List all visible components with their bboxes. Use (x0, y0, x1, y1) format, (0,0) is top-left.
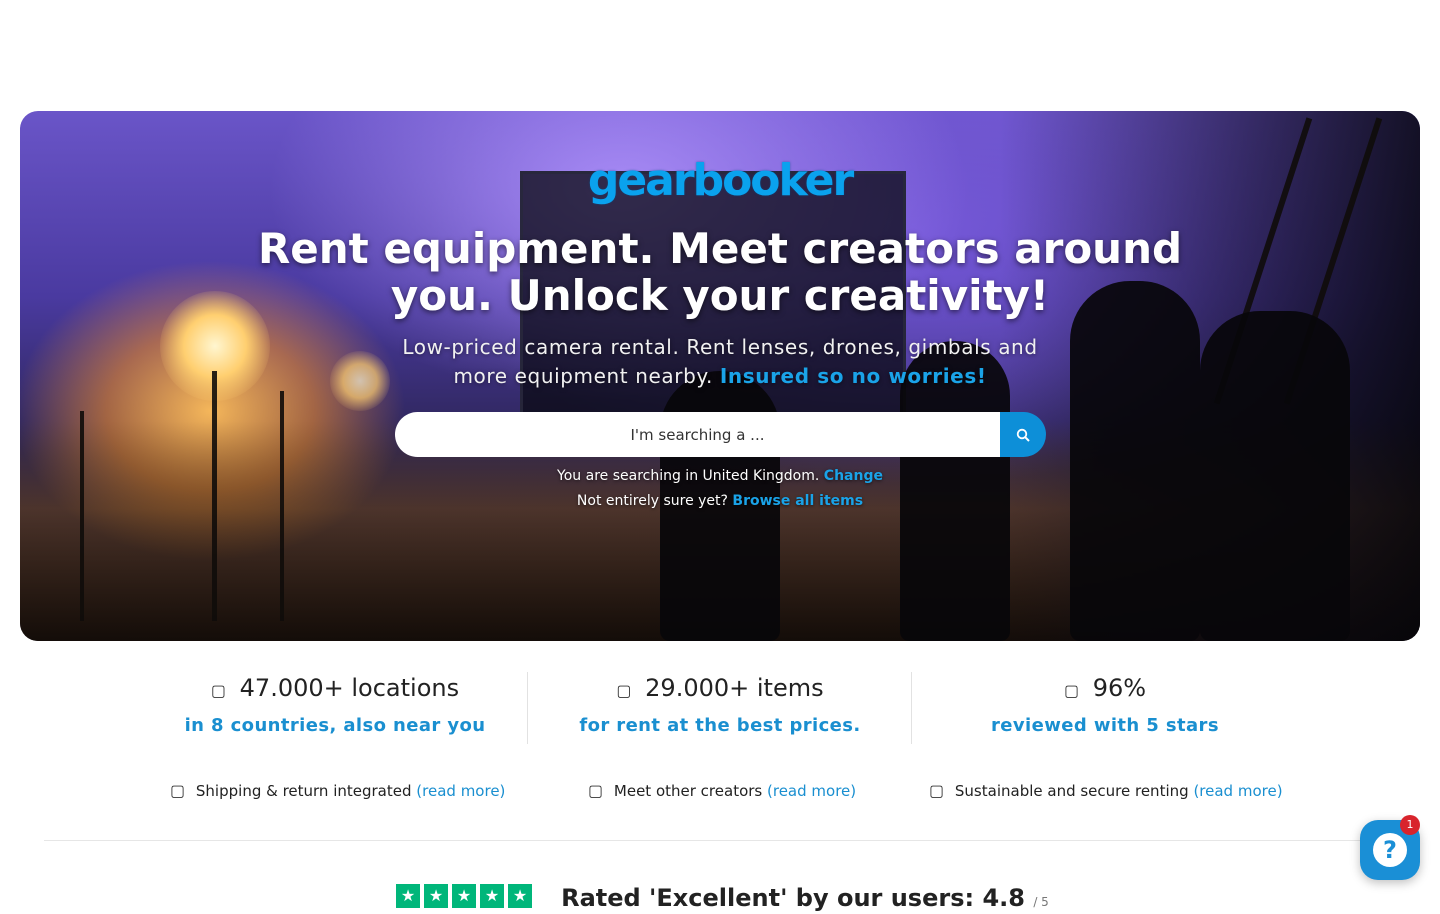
search-icon (1016, 428, 1030, 442)
star-icon: ★ (508, 884, 532, 908)
stat-sub: reviewed with 5 stars (991, 715, 1219, 736)
star-icon: ★ (452, 884, 476, 908)
hero-banner: gearbooker Rent equipment. Meet creators… (20, 111, 1420, 641)
search-bar (395, 412, 1046, 457)
shield-icon: ▢ (929, 781, 945, 800)
notification-badge: 1 (1400, 815, 1420, 835)
stat-reviews: ▢ 96% reviewed with 5 stars (930, 672, 1280, 744)
feature-text: Shipping & return integrated (195, 782, 412, 800)
rating-out-of: / 5 (1033, 895, 1049, 909)
rating-label: Rated 'Excellent' by our users: 4.8 (561, 884, 1025, 912)
stat-divider (527, 672, 528, 744)
read-more-link[interactable]: (read more) (1193, 782, 1282, 800)
top-bar (0, 0, 1440, 111)
star-icon: ★ (424, 884, 448, 908)
person-silhouette (1070, 281, 1200, 641)
trustpilot-rating[interactable]: ★ ★ ★ ★ ★ Rated 'Excellent' by our users: 4.… (396, 884, 1049, 914)
trustpilot-stars: ★ ★ ★ ★ ★ (396, 884, 536, 908)
star-icon: ★ (396, 884, 420, 908)
location-line: You are searching in United Kingdom. Cha… (20, 468, 1420, 484)
feature-secure: ▢ Sustainable and secure renting (read m… (929, 781, 1283, 800)
stat-items: ▢ 29.000+ items for rent at the best pri… (545, 672, 895, 744)
feature-text: Meet other creators (613, 782, 763, 800)
read-more-link[interactable]: (read more) (416, 782, 505, 800)
search-button[interactable] (1000, 412, 1046, 457)
stat-locations: ▢ 47.000+ locations in 8 countries, also… (160, 672, 510, 744)
feature-shipping: ▢ Shipping & return integrated (read mor… (170, 781, 505, 800)
users-icon: ▢ (588, 781, 604, 800)
browse-text: Not entirely sure yet? (576, 493, 728, 509)
stat-value: 47.000+ locations (239, 674, 460, 702)
feature-creators: ▢ Meet other creators (read more) (588, 781, 856, 800)
location-text: You are searching in United Kingdom. (557, 468, 820, 484)
rating-text: Rated 'Excellent' by our users: 4.8 / 5 (561, 884, 1049, 912)
hero-headline: Rent equipment. Meet creators around you… (257, 224, 1183, 320)
stat-value: 29.000+ items (645, 674, 824, 702)
hero-subline: Low-priced camera rental. Rent lenses, d… (380, 333, 1060, 391)
map-marker-icon: ▢ (210, 681, 227, 700)
features-row: ▢ Shipping & return integrated (read mor… (0, 781, 1440, 803)
star-icon: ▢ (1063, 681, 1080, 700)
hero-subline-accent: Insured so no worries! (719, 364, 987, 388)
change-location-link[interactable]: Change (824, 468, 883, 484)
stat-sub: for rent at the best prices. (579, 715, 861, 736)
camera-icon: ▢ (616, 681, 632, 700)
stat-value: 96% (1092, 674, 1147, 702)
light-stand (80, 411, 84, 621)
stat-divider (911, 672, 912, 744)
truck-icon: ▢ (170, 781, 186, 800)
feature-text: Sustainable and secure renting (954, 782, 1189, 800)
read-more-link[interactable]: (read more) (767, 782, 856, 800)
stat-sub: in 8 countries, also near you (184, 715, 486, 736)
star-icon: ★ (480, 884, 504, 908)
search-input[interactable] (395, 412, 1000, 457)
browse-line: Not entirely sure yet? Browse all items (20, 493, 1420, 509)
browse-all-link[interactable]: Browse all items (732, 493, 863, 509)
question-icon: ? (1373, 833, 1407, 867)
stats-row: ▢ 47.000+ locations in 8 countries, also… (0, 672, 1440, 744)
section-divider (44, 840, 1396, 841)
brand-logo[interactable]: gearbooker (20, 155, 1420, 206)
